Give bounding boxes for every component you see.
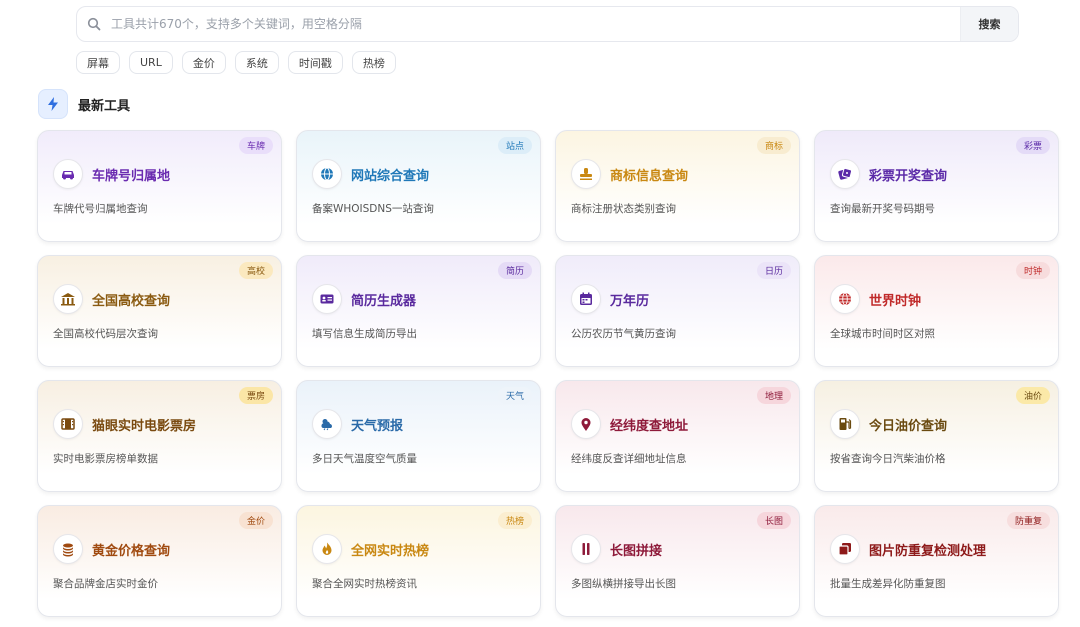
search-button[interactable]: 搜索 xyxy=(960,7,1018,41)
card-description: 公历农历节气黄历查询 xyxy=(571,328,676,340)
quick-tag[interactable]: 系统 xyxy=(234,51,279,74)
tool-card[interactable]: 日历万年历公历农历节气黄历查询 xyxy=(555,255,800,367)
card-description: 查询最新开奖号码期号 xyxy=(830,203,935,215)
card-title: 万年历 xyxy=(610,294,650,309)
tool-card[interactable]: 彩票彩票开奖查询查询最新开奖号码期号 xyxy=(814,130,1059,242)
cloud-sun-icon xyxy=(312,409,342,439)
card-badge: 长图 xyxy=(756,512,791,529)
card-title: 经纬度查地址 xyxy=(610,419,689,434)
card-badge: 商标 xyxy=(756,137,791,154)
search-input[interactable] xyxy=(111,7,960,41)
card-title: 今日油价查询 xyxy=(869,419,948,434)
card-description: 按省查询今日汽柴油价格 xyxy=(830,453,946,465)
tool-grid: 车牌 车牌号归属地 车牌代号归属地查询 站点 网站综合查询 备案WHOISDNS一站查询商… xyxy=(37,130,1059,617)
card-title: 长图拼接 xyxy=(610,544,663,559)
card-title: 猫眼实时电影票房 xyxy=(92,419,197,434)
card-description: 实时电影票房榜单数据 xyxy=(53,453,158,465)
card-badge: 站点 xyxy=(497,137,532,154)
tool-card[interactable]: 天气天气预报多日天气温度空气质量 xyxy=(296,380,541,492)
tool-card[interactable]: 防重复图片防重复检测处理批量生成差异化防重复图 xyxy=(814,505,1059,617)
card-badge: 金价 xyxy=(238,512,273,529)
card-badge: 简历 xyxy=(497,262,532,279)
id-card-icon xyxy=(312,284,342,314)
card-description: 车牌代号归属地查询 xyxy=(53,203,148,215)
copy-icon xyxy=(830,534,860,564)
card-badge: 车牌 xyxy=(238,137,273,154)
card-description: 全球城市时间时区对照 xyxy=(830,328,935,340)
fire-icon xyxy=(312,534,342,564)
coins-icon xyxy=(53,534,83,564)
card-title: 天气预报 xyxy=(351,419,404,434)
card-badge: 高校 xyxy=(238,262,273,279)
car-icon xyxy=(53,159,83,189)
quick-tag[interactable]: URL xyxy=(129,51,173,74)
card-description: 填写信息生成简历导出 xyxy=(312,328,417,340)
university-icon xyxy=(53,284,83,314)
tool-card[interactable]: 简历简历生成器填写信息生成简历导出 xyxy=(296,255,541,367)
film-icon xyxy=(53,409,83,439)
card-description: 聚合品牌金店实时金价 xyxy=(53,578,158,590)
card-badge: 地理 xyxy=(756,387,791,404)
card-title: 商标信息查询 xyxy=(610,169,689,184)
card-description: 多日天气温度空气质量 xyxy=(312,453,417,465)
card-title: 车牌号归属地 xyxy=(92,169,171,184)
card-description: 经纬度反查详细地址信息 xyxy=(571,453,687,465)
search-icon xyxy=(77,7,111,41)
card-description: 备案WHOISDNS一站查询 xyxy=(312,203,434,215)
calendar-icon xyxy=(571,284,601,314)
globe-icon xyxy=(312,159,342,189)
tool-card[interactable]: 热榜全网实时热榜聚合全网实时热榜资讯 xyxy=(296,505,541,617)
tool-card[interactable]: 站点网站综合查询备案WHOISDNS一站查询 xyxy=(296,130,541,242)
world-clock-icon xyxy=(830,284,860,314)
card-title: 全国高校查询 xyxy=(92,294,171,309)
tool-card[interactable]: 油价今日油价查询按省查询今日汽柴油价格 xyxy=(814,380,1059,492)
search-bar: 搜索 xyxy=(76,6,1019,42)
card-description: 商标注册状态类别查询 xyxy=(571,203,676,215)
card-badge: 日历 xyxy=(756,262,791,279)
section-header: 最新工具 xyxy=(38,89,130,119)
card-description: 聚合全网实时热榜资讯 xyxy=(312,578,417,590)
tool-card[interactable]: 车牌车牌号归属地车牌代号归属地查询 xyxy=(37,130,282,242)
fuel-icon xyxy=(830,409,860,439)
tool-card[interactable]: 长图长图拼接多图纵横拼接导出长图 xyxy=(555,505,800,617)
card-title: 黄金价格查询 xyxy=(92,544,171,559)
card-title: 全网实时热榜 xyxy=(351,544,430,559)
card-title: 图片防重复检测处理 xyxy=(869,544,987,559)
ticket-icon xyxy=(830,159,860,189)
card-title: 世界时钟 xyxy=(869,294,922,309)
quick-tag[interactable]: 热榜 xyxy=(351,51,396,74)
tool-card[interactable]: 高校全国高校查询全国高校代码层次查询 xyxy=(37,255,282,367)
card-title: 彩票开奖查询 xyxy=(869,169,948,184)
card-title: 简历生成器 xyxy=(351,294,417,309)
quick-tag[interactable]: 时间戳 xyxy=(287,51,343,74)
columns-icon xyxy=(571,534,601,564)
tool-card[interactable]: 票房猫眼实时电影票房实时电影票房榜单数据 xyxy=(37,380,282,492)
section-title: 最新工具 xyxy=(78,98,131,114)
card-badge: 天气 xyxy=(497,387,532,404)
card-description: 全国高校代码层次查询 xyxy=(53,328,158,340)
card-title: 网站综合查询 xyxy=(351,169,430,184)
map-pin-icon xyxy=(571,409,601,439)
quick-tag[interactable]: 屏幕 xyxy=(76,51,120,74)
tool-card[interactable]: 时钟世界时钟全球城市时间时区对照 xyxy=(814,255,1059,367)
card-badge: 热榜 xyxy=(497,512,532,529)
tool-card[interactable]: 地理经纬度查地址经纬度反查详细地址信息 xyxy=(555,380,800,492)
card-badge: 彩票 xyxy=(1015,137,1050,154)
card-badge: 油价 xyxy=(1015,387,1050,404)
quick-tags: 屏幕 URL 金价 系统 时间戳 热榜 xyxy=(76,51,396,74)
card-description: 多图纵横拼接导出长图 xyxy=(571,578,676,590)
tool-card[interactable]: 金价黄金价格查询聚合品牌金店实时金价 xyxy=(37,505,282,617)
card-badge: 防重复 xyxy=(1006,512,1050,529)
stamp-icon xyxy=(571,159,601,189)
card-badge: 票房 xyxy=(238,387,273,404)
quick-tag[interactable]: 金价 xyxy=(181,51,226,74)
lightning-icon xyxy=(38,89,68,119)
card-description: 批量生成差异化防重复图 xyxy=(830,578,946,590)
card-badge: 时钟 xyxy=(1015,262,1050,279)
tool-card[interactable]: 商标商标信息查询商标注册状态类别查询 xyxy=(555,130,800,242)
